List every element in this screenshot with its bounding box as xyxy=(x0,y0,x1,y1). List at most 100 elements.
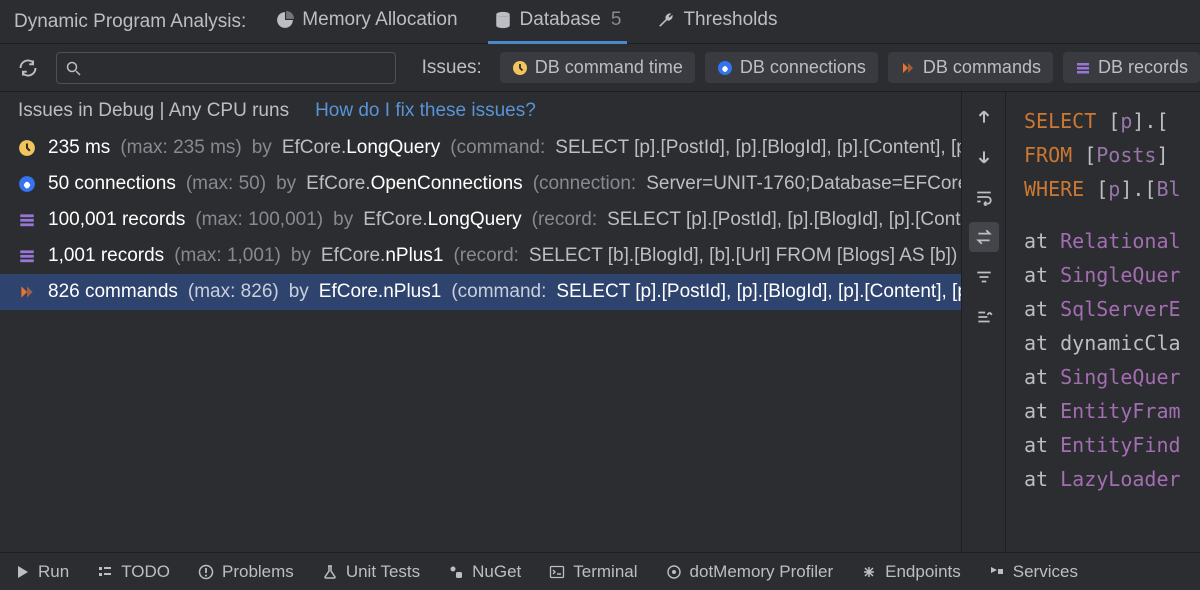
bottom-tool-bar: Run TODO Problems Unit Tests NuGet Termi… xyxy=(0,552,1200,590)
issue-metric: 1,001 records xyxy=(48,245,164,267)
toolwindow-todo[interactable]: TODO xyxy=(97,562,170,582)
toolwindow-dotmemory profiler[interactable]: dotMemory Profiler xyxy=(666,562,834,582)
filter-bar: Issues: DB command time DB connections D… xyxy=(0,44,1200,92)
toolwindow-label: Terminal xyxy=(573,562,637,582)
toolwindow-services[interactable]: Services xyxy=(989,562,1078,582)
endpoints-icon xyxy=(861,564,877,580)
database-icon xyxy=(494,11,512,29)
toolwindow-endpoints[interactable]: Endpoints xyxy=(861,562,961,582)
tab-count: 5 xyxy=(611,9,622,31)
records-purple-icon xyxy=(18,211,36,229)
help-link[interactable]: How do I fix these issues? xyxy=(315,100,536,122)
filter-stack-button[interactable] xyxy=(969,262,999,292)
pie-chart-icon xyxy=(276,11,294,29)
tab-thresholds[interactable]: Thresholds xyxy=(651,0,783,44)
stack-frame[interactable]: at SingleQuer xyxy=(1024,258,1200,292)
services-icon xyxy=(989,564,1005,580)
tab-memory allocation[interactable]: Memory Allocation xyxy=(270,0,463,44)
filter-chip-label: DB command time xyxy=(535,57,683,78)
stack-frame[interactable]: at EntityFram xyxy=(1024,394,1200,428)
toolwindow-terminal[interactable]: Terminal xyxy=(549,562,637,582)
toolwindow-problems[interactable]: Problems xyxy=(198,562,294,582)
detail-panel: SELECT [p].[FROM [Posts]WHERE [p].[Bl at… xyxy=(1006,92,1200,552)
records-purple-icon xyxy=(1075,60,1091,76)
issue-query: SELECT [p].[PostId], [p].[BlogId], [p].[… xyxy=(607,209,961,231)
stack-frame[interactable]: at EntityFind xyxy=(1024,428,1200,462)
terminal-icon xyxy=(549,564,565,580)
prev-issue-button[interactable] xyxy=(969,102,999,132)
tab-label: Memory Allocation xyxy=(302,9,457,31)
swap-panel-button[interactable] xyxy=(969,222,999,252)
issue-max: (max: 100,001) xyxy=(195,209,323,231)
filter-chip-db command time[interactable]: DB command time xyxy=(500,52,695,83)
issue-metric: 826 commands xyxy=(48,281,178,303)
connections-blue-icon xyxy=(717,60,733,76)
issue-row[interactable]: 100,001 records (max: 100,001) by EfCore… xyxy=(0,202,961,238)
toolwindow-label: Problems xyxy=(222,562,294,582)
toolwindow-unit tests[interactable]: Unit Tests xyxy=(322,562,420,582)
next-issue-button[interactable] xyxy=(969,142,999,172)
stack-frame[interactable]: at SingleQuer xyxy=(1024,360,1200,394)
todo-icon xyxy=(97,564,113,580)
toolwindow-label: Run xyxy=(38,562,69,582)
toolwindow-label: dotMemory Profiler xyxy=(690,562,834,582)
filter-chip-db connections[interactable]: DB connections xyxy=(705,52,878,83)
issue-row[interactable]: 235 ms (max: 235 ms) by EfCore.LongQuery… xyxy=(0,130,961,166)
issue-row[interactable]: 826 commands (max: 826) by EfCore.nPlus1… xyxy=(0,274,961,310)
issue-metric: 235 ms xyxy=(48,137,110,159)
issue-max: (max: 50) xyxy=(186,173,266,195)
wrench-icon xyxy=(657,11,675,29)
search-icon xyxy=(65,60,81,76)
issue-metric: 50 connections xyxy=(48,173,176,195)
side-tools xyxy=(962,92,1006,552)
problems-icon xyxy=(198,564,214,580)
unittests-icon xyxy=(322,564,338,580)
filter-chip-label: DB commands xyxy=(923,57,1041,78)
toolwindow-label: Unit Tests xyxy=(346,562,420,582)
issue-query: SELECT [b].[BlogId], [b].[Url] FROM [Blo… xyxy=(529,245,957,267)
issue-row[interactable]: 50 connections (max: 50) by EfCore.OpenC… xyxy=(0,166,961,202)
issues-crumb: Issues in Debug | Any CPU runs xyxy=(18,100,289,122)
search-input[interactable] xyxy=(56,52,396,84)
sort-button[interactable] xyxy=(969,302,999,332)
issue-row[interactable]: 1,001 records (max: 1,001) by EfCore.nPl… xyxy=(0,238,961,274)
issue-max: (max: 826) xyxy=(188,281,279,303)
filter-chip-label: DB connections xyxy=(740,57,866,78)
stack-frame[interactable]: at LazyLoader xyxy=(1024,462,1200,496)
connections-blue-icon xyxy=(18,175,36,193)
tab-label: Database xyxy=(520,9,601,31)
wrap-toggle[interactable] xyxy=(969,182,999,212)
panel-title: Dynamic Program Analysis: xyxy=(14,11,246,33)
top-tabs-bar: Dynamic Program Analysis: Memory Allocat… xyxy=(0,0,1200,44)
issue-max: (max: 235 ms) xyxy=(120,137,241,159)
tab-label: Thresholds xyxy=(683,9,777,31)
commands-orange-icon xyxy=(900,60,916,76)
issue-query: SELECT [p].[PostId], [p].[BlogId], [p].[… xyxy=(555,137,961,159)
filter-chip-db records[interactable]: DB records xyxy=(1063,52,1200,83)
clock-yellow-icon xyxy=(18,139,36,157)
toolwindow-nuget[interactable]: NuGet xyxy=(448,562,521,582)
toolwindow-run[interactable]: Run xyxy=(14,562,69,582)
toolwindow-label: Endpoints xyxy=(885,562,961,582)
filter-chip-db commands[interactable]: DB commands xyxy=(888,52,1053,83)
issues-panel: Issues in Debug | Any CPU runs How do I … xyxy=(0,92,962,552)
issue-metric: 100,001 records xyxy=(48,209,185,231)
issue-query: SELECT [p].[PostId], [p].[BlogId], [p].[… xyxy=(556,281,961,303)
issues-header: Issues in Debug | Any CPU runs How do I … xyxy=(0,92,961,130)
stack-trace: at Relational at SingleQuer at SqlServer… xyxy=(1024,224,1200,496)
issue-max: (max: 1,001) xyxy=(174,245,281,267)
commands-orange-icon xyxy=(18,283,36,301)
issue-query: Server=UNIT-1760;Database=EFCore xyxy=(646,173,961,195)
nuget-icon xyxy=(448,564,464,580)
stack-frame[interactable]: at dynamicCla xyxy=(1024,326,1200,360)
refresh-button[interactable] xyxy=(14,54,42,82)
play-icon xyxy=(14,564,30,580)
clock-yellow-icon xyxy=(512,60,528,76)
toolwindow-label: Services xyxy=(1013,562,1078,582)
records-purple-icon xyxy=(18,247,36,265)
stack-frame[interactable]: at Relational xyxy=(1024,224,1200,258)
toolwindow-label: TODO xyxy=(121,562,170,582)
stack-frame[interactable]: at SqlServerE xyxy=(1024,292,1200,326)
issues-filter-label: Issues: xyxy=(422,57,482,79)
tab-database[interactable]: Database 5 xyxy=(488,0,628,44)
